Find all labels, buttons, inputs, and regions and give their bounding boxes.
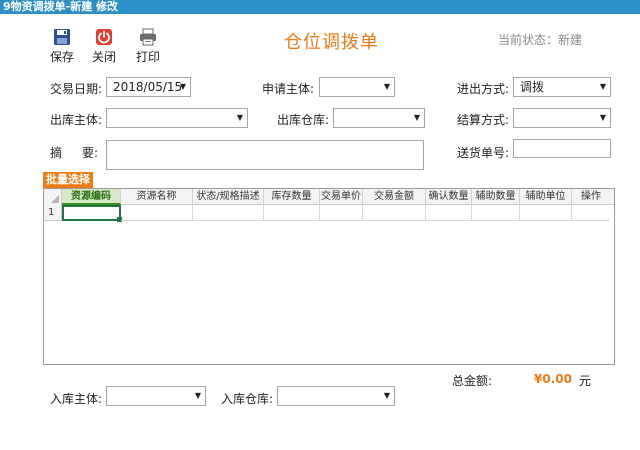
print-label: 打印 [135,50,160,64]
summary-label-b: 要: [82,146,99,160]
status-label: 当前状态： [498,33,559,47]
grid-cell[interactable] [520,205,572,221]
chevron-down-icon: ▼ [599,82,606,91]
io-method-label: 进出方式: [457,82,510,96]
summary-textarea[interactable] [106,140,424,170]
column-header[interactable]: 交易单价 [320,189,363,205]
grid-cell[interactable] [472,205,520,221]
column-header[interactable]: 资源编码 [62,189,121,205]
column-header[interactable]: 交易金额 [363,189,426,205]
save-button[interactable]: 保存 [44,28,80,65]
io-method-value: 调拨 [520,80,545,94]
out-entity-select[interactable]: ▼ [106,108,248,128]
total-amount-value: ¥0.00 [534,372,572,386]
printer-icon [140,28,156,46]
delivery-no-input[interactable] [513,139,611,158]
io-method-select[interactable]: 调拨 ▼ [513,77,611,97]
trade-date-label: 交易日期: [50,82,103,96]
grid-cell-active[interactable] [62,205,122,222]
column-header[interactable]: 辅助单位 [520,189,572,205]
applicant-select[interactable]: ▼ [319,77,395,97]
chevron-down-icon: ▼ [383,82,390,91]
save-label: 保存 [49,50,74,64]
power-icon [96,29,112,45]
column-header[interactable]: 资源名称 [121,189,193,205]
grid-cell[interactable] [320,205,363,221]
close-label: 关闭 [91,50,116,64]
grid-cell[interactable] [572,205,610,221]
batch-select-tab[interactable]: 批量选择 [43,172,93,188]
grid-cell[interactable] [121,205,193,221]
grid-cell[interactable] [363,205,426,221]
in-entity-select[interactable]: ▼ [106,386,206,406]
chevron-down-icon: ▼ [413,113,420,122]
column-header[interactable]: 库存数量 [264,189,320,205]
delivery-no-label: 送货单号: [457,146,510,160]
out-warehouse-label: 出库仓库: [277,113,330,127]
applicant-label: 申请主体: [262,82,315,96]
chevron-down-icon: ▼ [194,391,201,400]
trade-date-value: 2018/05/15 [113,80,183,94]
chevron-down-icon: ▼ [236,113,243,122]
grid-cell[interactable] [426,205,472,221]
grid-header: 资源编码 资源名称 状态/规格描述 库存数量 交易单价 交易金额 确认数量 辅助… [44,189,614,205]
column-header[interactable]: 辅助数量 [472,189,520,205]
column-header[interactable]: 操作 [572,189,610,205]
settle-method-label: 结算方式: [457,113,510,127]
row-header[interactable]: 1 [44,205,62,221]
status-value: 新建 [558,33,583,47]
chevron-down-icon: ▼ [383,391,390,400]
out-warehouse-select[interactable]: ▼ [333,108,425,128]
total-amount-label: 总金额: [452,374,493,388]
trade-date-picker[interactable]: 2018/05/15 ▼ [106,77,191,97]
close-button[interactable]: 关闭 [86,28,122,65]
column-header[interactable]: 状态/规格描述 [193,189,264,205]
in-warehouse-select[interactable]: ▼ [277,386,395,406]
window-title-bar: 9物资调拨单-新建 修改 [0,0,640,14]
chevron-down-icon: ▼ [599,113,606,122]
total-amount-unit: 元 [579,374,592,388]
print-button[interactable]: 打印 [130,28,166,65]
chevron-down-icon: ▼ [179,82,186,91]
summary-label-a: 摘 [50,146,63,160]
in-warehouse-label: 入库仓库: [221,392,274,406]
out-entity-label: 出库主体: [50,113,103,127]
window-title: 9物资调拨单-新建 修改 [3,0,119,13]
save-icon [54,29,70,45]
summary-label: 摘 要: [50,144,98,161]
in-entity-label: 入库主体: [50,392,103,406]
resource-grid[interactable]: 资源编码 资源名称 状态/规格描述 库存数量 交易单价 交易金额 确认数量 辅助… [43,188,615,365]
settle-method-select[interactable]: ▼ [513,108,611,128]
grid-cell[interactable] [264,205,320,221]
column-header[interactable]: 确认数量 [426,189,472,205]
grid-cell[interactable] [193,205,264,221]
select-all-corner[interactable] [44,189,62,205]
page-title: 仓位调拨单 [284,32,379,53]
status-text: 当前状态：新建 [498,31,582,48]
